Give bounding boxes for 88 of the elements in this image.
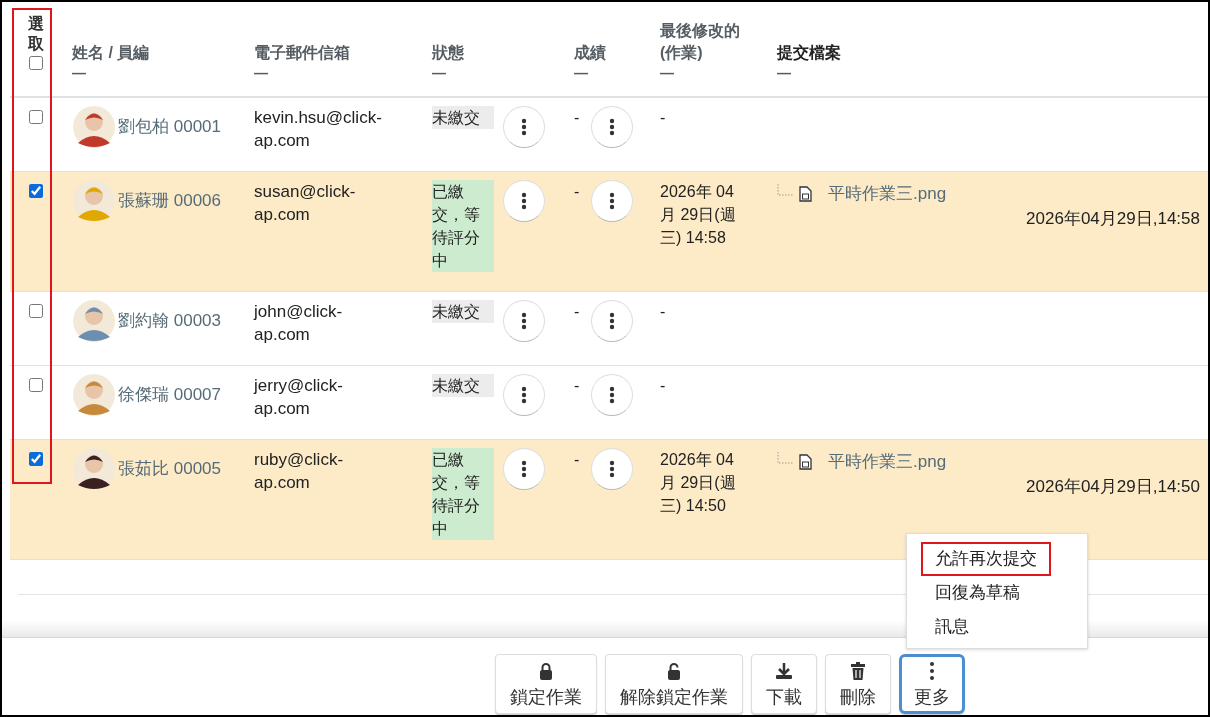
sort-indicator[interactable]: — <box>777 64 1208 82</box>
sort-indicator[interactable]: — <box>574 64 650 82</box>
grade-text: - <box>574 108 580 128</box>
row-checkbox[interactable] <box>29 184 43 198</box>
menu-item[interactable]: 訊息 <box>921 610 983 644</box>
more-button[interactable] <box>503 106 545 148</box>
row-checkbox[interactable] <box>29 304 43 318</box>
status-label: 未繳交 <box>432 374 494 397</box>
email-text: susan@click-ap.com <box>254 181 357 226</box>
file-date: 2026年04月29日,14:50 <box>1026 476 1200 498</box>
column-header[interactable]: 狀態 <box>432 42 512 64</box>
modified-date: 2026年 04 月 29日(週三) 14:50 <box>660 450 737 516</box>
toolbar-button[interactable]: 鎖定作業 <box>495 654 597 714</box>
student-name-link[interactable]: 劉包柏 00001 <box>118 115 221 138</box>
column-header[interactable]: 電子郵件信箱 <box>254 42 414 64</box>
row-checkbox[interactable] <box>29 378 43 392</box>
grade-text: - <box>574 302 580 322</box>
file-date: 2026年04月29日,14:58 <box>1026 208 1200 230</box>
toolbar-button[interactable]: 下載 <box>751 654 817 714</box>
more-button[interactable] <box>591 180 634 222</box>
sort-indicator[interactable]: — <box>72 64 244 82</box>
avatar-icon <box>72 447 116 491</box>
status-label: 未繳交 <box>432 106 494 129</box>
more-button[interactable] <box>503 300 545 342</box>
file-link[interactable]: 平時作業三.png <box>828 450 947 473</box>
status-label: 已繳交，等待評分中 <box>432 448 494 540</box>
student-name-link[interactable]: 張蘇珊 00006 <box>118 189 221 212</box>
more-button[interactable] <box>591 300 634 342</box>
avatar-icon <box>72 299 116 343</box>
more-icon <box>521 312 527 330</box>
grade-text: - <box>574 450 580 470</box>
email-text: jerry@click-ap.com <box>254 375 345 420</box>
more-icon <box>609 118 616 136</box>
student-name-link[interactable]: 徐傑瑞 00007 <box>118 383 221 406</box>
avatar-icon <box>72 179 116 223</box>
more-button[interactable] <box>503 180 545 222</box>
more-icon <box>609 386 616 404</box>
avatar-icon <box>72 373 116 417</box>
student-name-link[interactable]: 劉約翰 00003 <box>118 309 221 332</box>
grade-text: - <box>574 376 580 396</box>
email-text: john@click-ap.com <box>254 301 344 346</box>
file-icon <box>799 185 812 202</box>
toolbar-button[interactable]: 解除鎖定作業 <box>605 654 743 714</box>
download-icon <box>774 661 794 681</box>
tree-connector <box>777 451 793 464</box>
more-button[interactable] <box>591 448 634 490</box>
row-checkbox[interactable] <box>29 452 43 466</box>
grade-text: - <box>574 182 580 202</box>
status-label: 已繳交，等待評分中 <box>432 180 494 272</box>
email-text: ruby@click-ap.com <box>254 449 345 494</box>
menu-item[interactable]: 回復為草稿 <box>921 576 1034 610</box>
file-icon <box>799 453 812 470</box>
more-icon <box>521 118 527 136</box>
toolbar-button[interactable]: 更多 <box>899 654 965 714</box>
student-name-link[interactable]: 張茹比 00005 <box>118 457 221 480</box>
more-icon <box>521 192 527 210</box>
email-text: kevin.hsu@click-ap.com <box>254 107 383 152</box>
more-icon <box>609 460 616 478</box>
column-header[interactable]: 提交檔案 <box>777 42 857 64</box>
sort-indicator[interactable]: — <box>660 64 767 82</box>
modified-date: - <box>660 376 667 396</box>
more-icon <box>609 312 616 330</box>
select-all-checkbox[interactable] <box>29 56 43 70</box>
sort-indicator[interactable]: — <box>432 64 564 82</box>
sort-indicator[interactable]: — <box>254 64 422 82</box>
status-label: 未繳交 <box>432 300 494 323</box>
more-button[interactable] <box>503 374 545 416</box>
more-button[interactable] <box>503 448 545 490</box>
modified-date: 2026年 04 月 29日(週三) 14:58 <box>660 182 737 248</box>
row-checkbox[interactable] <box>29 110 43 124</box>
file-link[interactable]: 平時作業三.png <box>828 182 947 205</box>
modified-date: - <box>660 302 667 322</box>
modified-date: - <box>660 108 667 128</box>
column-header: 選取 <box>28 14 44 54</box>
toolbar-button[interactable]: 刪除 <box>825 654 891 714</box>
menu-item[interactable]: 允許再次提交 <box>921 542 1051 576</box>
column-header[interactable]: 成績 <box>574 42 654 64</box>
column-header[interactable]: 最後修改的 (作業) <box>660 20 740 64</box>
more-icon <box>929 661 935 681</box>
avatar-icon <box>72 105 116 149</box>
more-icon <box>609 192 616 210</box>
more-icon <box>521 460 527 478</box>
trash-icon <box>848 661 868 681</box>
tree-connector <box>777 183 793 196</box>
more-icon <box>521 386 527 404</box>
more-button[interactable] <box>591 374 634 416</box>
column-header[interactable]: 姓名 / 員編 <box>72 42 232 64</box>
more-button[interactable] <box>591 106 634 148</box>
